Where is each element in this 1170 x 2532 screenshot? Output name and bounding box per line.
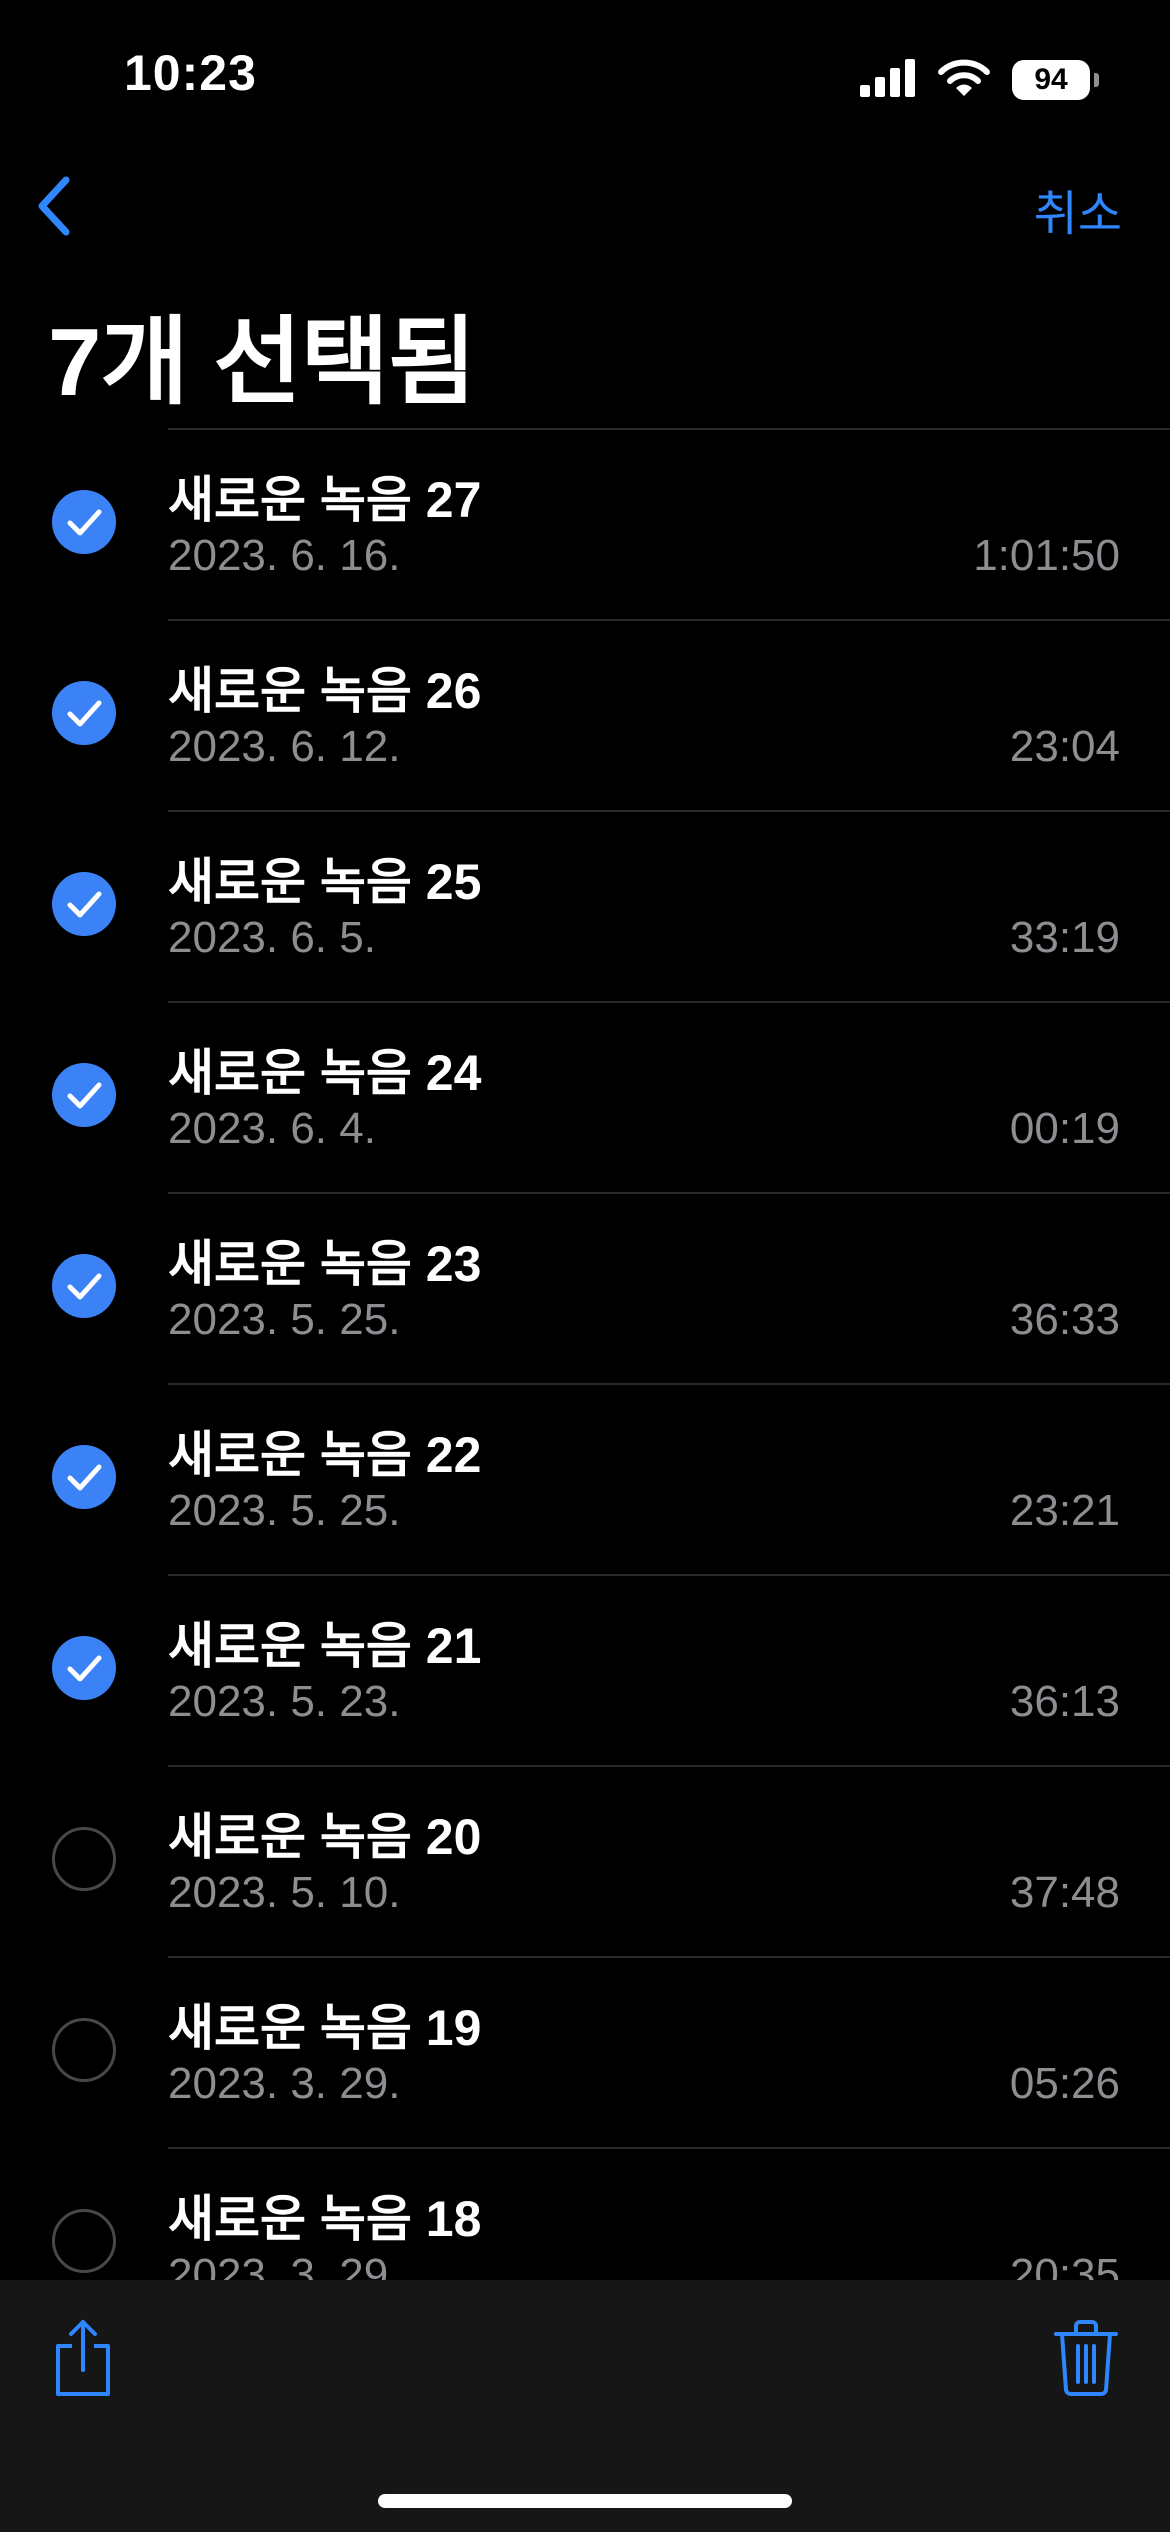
recording-duration: 36:13 bbox=[1009, 1677, 1120, 1726]
recording-title: 새로운 녹음 24 bbox=[168, 1045, 482, 1101]
row-separator bbox=[168, 1001, 1170, 1003]
share-icon bbox=[52, 2320, 114, 2402]
list-item[interactable]: 새로운 녹음 23 2023. 5. 25. 36:33 bbox=[0, 1192, 1170, 1383]
list-item[interactable]: 새로운 녹음 22 2023. 5. 25. 23:21 bbox=[0, 1383, 1170, 1574]
selection-checkbox[interactable] bbox=[52, 2018, 116, 2082]
status-icons: 94 bbox=[860, 55, 1099, 105]
row-separator bbox=[168, 1383, 1170, 1385]
recording-duration: 20:35 bbox=[1009, 2250, 1120, 2280]
bottom-toolbar bbox=[0, 2280, 1170, 2532]
recording-date: 2023. 6. 4. bbox=[168, 1104, 376, 1153]
list-item[interactable]: 새로운 녹음 20 2023. 5. 10. 37:48 bbox=[0, 1765, 1170, 1956]
recording-duration: 33:19 bbox=[1009, 913, 1120, 962]
selection-checkbox[interactable] bbox=[52, 1636, 116, 1700]
recording-date: 2023. 5. 25. bbox=[168, 1295, 401, 1344]
recording-title: 새로운 녹음 22 bbox=[168, 1427, 482, 1483]
recording-duration: 23:04 bbox=[1009, 722, 1120, 771]
recording-date: 2023. 6. 12. bbox=[168, 722, 401, 771]
recording-title: 새로운 녹음 18 bbox=[168, 2191, 482, 2247]
battery-indicator: 94 bbox=[1012, 60, 1099, 100]
back-button[interactable] bbox=[22, 172, 86, 244]
row-separator bbox=[168, 2147, 1170, 2149]
row-separator bbox=[168, 1574, 1170, 1576]
recording-duration: 23:21 bbox=[1009, 1486, 1120, 1535]
home-indicator bbox=[378, 2494, 792, 2508]
wifi-icon bbox=[938, 59, 990, 102]
selection-checkbox[interactable] bbox=[52, 1063, 116, 1127]
recording-duration: 37:48 bbox=[1009, 1868, 1120, 1917]
selection-checkbox[interactable] bbox=[52, 872, 116, 936]
recording-duration: 1:01:50 bbox=[973, 531, 1120, 580]
recording-duration: 36:33 bbox=[1009, 1295, 1120, 1344]
selection-checkbox[interactable] bbox=[52, 1445, 116, 1509]
page-title: 7개 선택됨 bbox=[48, 309, 476, 416]
status-time: 10:23 bbox=[124, 45, 257, 101]
row-separator bbox=[168, 1765, 1170, 1767]
selection-checkbox[interactable] bbox=[52, 681, 116, 745]
recording-title: 새로운 녹음 21 bbox=[168, 1618, 482, 1674]
recording-date: 2023. 6. 16. bbox=[168, 531, 401, 580]
trash-button[interactable] bbox=[1054, 2318, 1118, 2398]
cancel-button[interactable]: 취소 bbox=[1034, 174, 1122, 244]
status-bar: 10:23 94 bbox=[0, 0, 1170, 150]
recording-date: 2023. 5. 10. bbox=[168, 1868, 401, 1917]
share-button[interactable] bbox=[52, 2318, 114, 2398]
selection-checkbox[interactable] bbox=[52, 490, 116, 554]
row-separator bbox=[168, 428, 1170, 430]
recording-duration: 05:26 bbox=[1009, 2059, 1120, 2108]
recording-title: 새로운 녹음 23 bbox=[168, 1236, 482, 1292]
chevron-left-icon bbox=[34, 176, 74, 241]
recording-date: 2023. 3. 29. bbox=[168, 2250, 401, 2280]
list-item[interactable]: 새로운 녹음 27 2023. 6. 16. 1:01:50 bbox=[0, 428, 1170, 619]
selection-checkbox[interactable] bbox=[52, 2209, 116, 2273]
list-item[interactable]: 새로운 녹음 25 2023. 6. 5. 33:19 bbox=[0, 810, 1170, 1001]
recording-title: 새로운 녹음 27 bbox=[168, 472, 482, 528]
row-separator bbox=[168, 810, 1170, 812]
recording-date: 2023. 6. 5. bbox=[168, 913, 376, 962]
row-separator bbox=[168, 619, 1170, 621]
recording-title: 새로운 녹음 19 bbox=[168, 2000, 482, 2056]
row-separator bbox=[168, 1192, 1170, 1194]
list-item[interactable]: 새로운 녹음 26 2023. 6. 12. 23:04 bbox=[0, 619, 1170, 810]
recording-title: 새로운 녹음 26 bbox=[168, 663, 482, 719]
trash-icon bbox=[1054, 2320, 1118, 2402]
recording-date: 2023. 3. 29. bbox=[168, 2059, 401, 2108]
cellular-signal-icon bbox=[860, 58, 916, 102]
list-item[interactable]: 새로운 녹음 18 2023. 3. 29. 20:35 bbox=[0, 2147, 1170, 2280]
row-separator bbox=[168, 1956, 1170, 1958]
battery-level: 94 bbox=[1034, 63, 1068, 96]
recording-date: 2023. 5. 23. bbox=[168, 1677, 401, 1726]
selection-checkbox[interactable] bbox=[52, 1827, 116, 1891]
selection-checkbox[interactable] bbox=[52, 1254, 116, 1318]
list-item[interactable]: 새로운 녹음 19 2023. 3. 29. 05:26 bbox=[0, 1956, 1170, 2147]
recording-list[interactable]: 새로운 녹음 27 2023. 6. 16. 1:01:50 새로운 녹음 26… bbox=[0, 428, 1170, 2280]
recording-date: 2023. 5. 25. bbox=[168, 1486, 401, 1535]
list-item[interactable]: 새로운 녹음 24 2023. 6. 4. 00:19 bbox=[0, 1001, 1170, 1192]
recording-title: 새로운 녹음 25 bbox=[168, 854, 482, 910]
list-item[interactable]: 새로운 녹음 21 2023. 5. 23. 36:13 bbox=[0, 1574, 1170, 1765]
recording-title: 새로운 녹음 20 bbox=[168, 1809, 482, 1865]
recording-duration: 00:19 bbox=[1009, 1104, 1120, 1153]
